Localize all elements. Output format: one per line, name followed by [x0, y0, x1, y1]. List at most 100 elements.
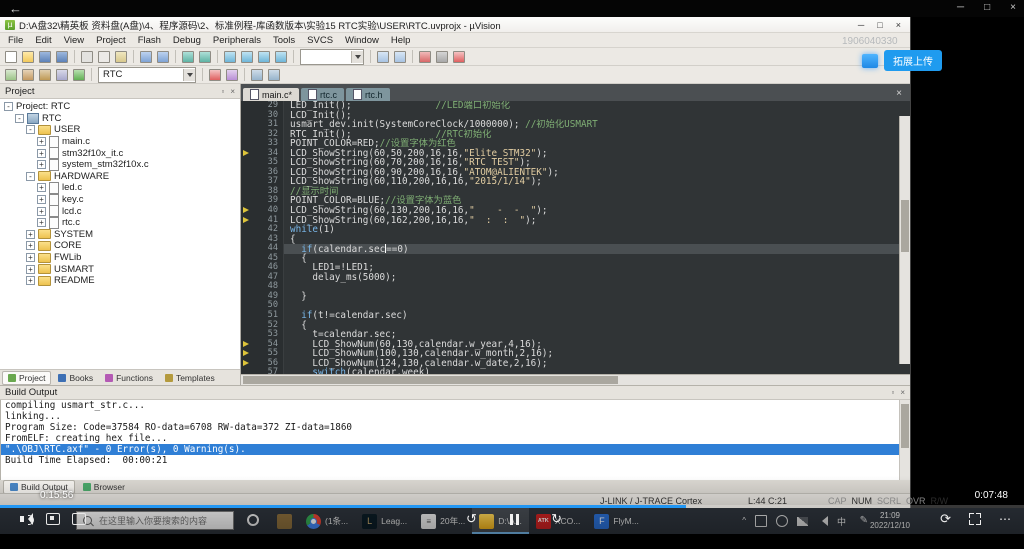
saveall-button[interactable] [54, 49, 70, 64]
bottom-tab-browser[interactable]: Browser [77, 481, 131, 493]
collapse-icon[interactable]: - [15, 114, 24, 123]
expand-icon[interactable]: + [26, 276, 35, 285]
win2-button[interactable] [266, 67, 282, 82]
bmnext-button[interactable] [256, 49, 272, 64]
fullscreen-icon[interactable] [969, 513, 981, 525]
editor-horizontal-scrollbar[interactable] [241, 374, 910, 385]
forward-10-icon[interactable]: ↻ [551, 511, 562, 527]
cut-button[interactable] [79, 49, 95, 64]
code-line[interactable]: 42while(1) [241, 225, 900, 235]
editor-vertical-scrollbar[interactable] [899, 116, 910, 364]
tree-item-usmart[interactable]: +USMART [0, 263, 240, 275]
menu-view[interactable]: View [58, 35, 90, 46]
code-line[interactable]: 48 [241, 282, 900, 292]
bm-button[interactable] [222, 49, 238, 64]
cast-icon[interactable] [862, 54, 878, 68]
code-line[interactable]: 37LCD_ShowString(60,110,200,16,16,"2015/… [241, 177, 900, 187]
code-line[interactable]: 51 if(t!=calendar.sec) [241, 311, 900, 321]
editor-close-icon[interactable]: × [890, 88, 908, 101]
uvision-minimize-icon[interactable]: ─ [858, 20, 864, 30]
editor-tab-rtch[interactable]: rtc.h [346, 88, 390, 101]
paste-button[interactable] [113, 49, 129, 64]
tree-item-led-c[interactable]: +led.c [0, 182, 240, 194]
network-icon[interactable] [797, 517, 808, 526]
wand-button[interactable] [224, 67, 240, 82]
editor-tab-mainc[interactable]: main.c* [243, 88, 299, 101]
build-output-line[interactable]: linking... [1, 411, 910, 422]
pin-icon[interactable]: ▫ [221, 87, 224, 96]
build-button[interactable] [20, 67, 36, 82]
open-button[interactable] [20, 49, 36, 64]
taskbar-app-flymcu[interactable]: FFlyM... [587, 508, 646, 534]
volume-icon[interactable] [20, 513, 34, 525]
ime-indicator[interactable]: 中 [837, 515, 846, 528]
uvision-close-icon[interactable]: × [896, 20, 901, 30]
collapse-icon[interactable]: - [4, 102, 13, 111]
expand-icon[interactable]: + [37, 160, 46, 169]
build-output-line[interactable]: FromELF: creating hex file... [1, 433, 910, 444]
tree-item-readme[interactable]: +README [0, 275, 240, 287]
build-output-line[interactable]: compiling usmart_str.c... [1, 400, 910, 411]
tree-item-fwlib[interactable]: +FWLib [0, 252, 240, 264]
findin-button[interactable] [392, 49, 408, 64]
menu-window[interactable]: Window [339, 35, 385, 46]
bmprev-button[interactable] [239, 49, 255, 64]
editor-tab-rtcc[interactable]: rtc.c [301, 88, 344, 101]
expand-icon[interactable]: + [26, 241, 35, 250]
panel-tab-templates[interactable]: Templates [160, 372, 220, 384]
code-line[interactable]: 47 delay_ms(5000); [241, 273, 900, 283]
danmaku-icon[interactable] [46, 513, 60, 525]
bmclear-button[interactable] [273, 49, 289, 64]
expand-icon[interactable]: + [26, 230, 35, 239]
menu-project[interactable]: Project [90, 35, 132, 46]
build-output-scrollbar[interactable] [899, 400, 910, 480]
opts-button[interactable] [434, 49, 450, 64]
rebuild-button[interactable] [37, 67, 53, 82]
find-button[interactable] [375, 49, 391, 64]
taskbar-app-doc[interactable]: ≡20年... [414, 508, 472, 534]
tree-item-user[interactable]: -USER [0, 124, 240, 136]
build-output-line[interactable]: ".\OBJ\RTC.axf" - 0 Error(s), 0 Warning(… [1, 444, 910, 455]
taskbar-search[interactable] [76, 511, 234, 530]
player-close-icon[interactable]: × [1010, 0, 1016, 16]
menu-help[interactable]: Help [385, 35, 417, 46]
back-icon[interactable]: ← [9, 0, 22, 17]
expand-icon[interactable]: + [37, 149, 46, 158]
search-input[interactable] [97, 515, 227, 527]
expand-icon[interactable]: + [37, 183, 46, 192]
load-button[interactable] [71, 67, 87, 82]
rewind-10-icon[interactable]: ↺ [466, 511, 477, 527]
pause-icon[interactable] [510, 514, 519, 525]
tree-item-rtc[interactable]: -RTC [0, 113, 240, 125]
menu-debug[interactable]: Debug [167, 35, 207, 46]
pin-icon[interactable]: ▫ [891, 388, 894, 397]
seek-bar[interactable] [0, 505, 1024, 508]
expand-icon[interactable]: + [26, 253, 35, 262]
build-output-line[interactable]: Build Time Elapsed: 00:00:21 [1, 455, 910, 466]
expand-icon[interactable]: + [37, 207, 46, 216]
menu-file[interactable]: File [2, 35, 29, 46]
player-maximize-icon[interactable]: □ [984, 0, 990, 16]
redo-button[interactable] [155, 49, 171, 64]
find-combobox[interactable] [300, 49, 364, 65]
collapse-icon[interactable]: - [26, 125, 35, 134]
close-icon[interactable]: × [900, 388, 905, 397]
batch-button[interactable] [54, 67, 70, 82]
save-button[interactable] [37, 49, 53, 64]
menu-tools[interactable]: Tools [267, 35, 301, 46]
start-button[interactable] [417, 49, 433, 64]
tree-item-hardware[interactable]: -HARDWARE [0, 171, 240, 183]
volume-tray-icon[interactable] [817, 516, 828, 526]
copy-button[interactable] [96, 49, 112, 64]
menu-svcs[interactable]: SVCS [301, 35, 339, 46]
panel-tab-functions[interactable]: Functions [100, 372, 158, 384]
collapse-icon[interactable]: - [26, 172, 35, 181]
player-minimize-icon[interactable]: ─ [957, 0, 964, 16]
code-area[interactable]: 29LED_Init(); //LED端口初始化30LCD_Init();31u… [241, 101, 910, 374]
expand-icon[interactable]: + [37, 195, 46, 204]
tree-item-system[interactable]: +SYSTEM [0, 229, 240, 241]
build-output-line[interactable]: Program Size: Code=37584 RO-data=6708 RW… [1, 422, 910, 433]
navback-button[interactable] [180, 49, 196, 64]
flag2-button[interactable] [207, 67, 223, 82]
close-icon[interactable]: × [230, 87, 235, 96]
